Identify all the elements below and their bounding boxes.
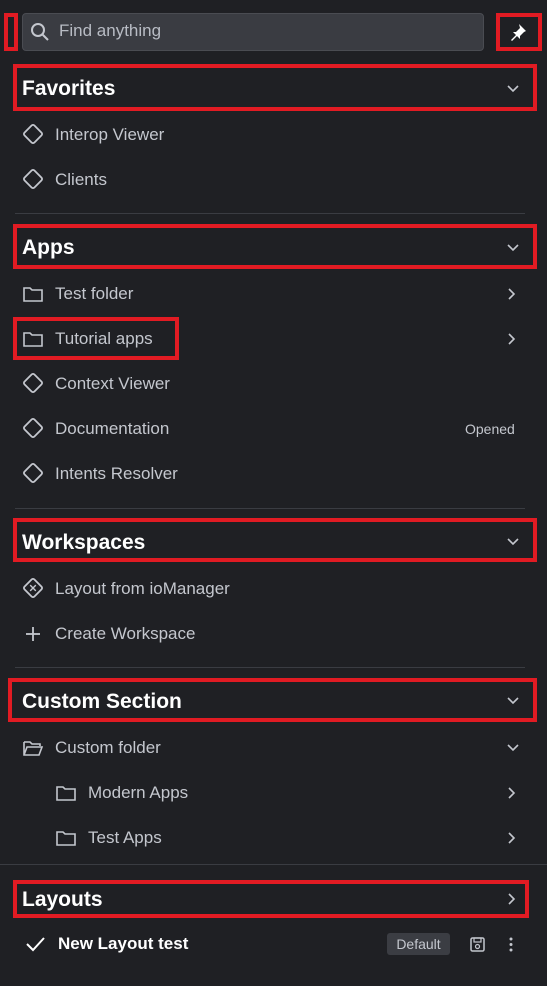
item-label: Clients [55,170,107,189]
item-label: Test folder [55,284,134,303]
divider [15,213,525,214]
workspace-icon [23,578,43,598]
list-item[interactable]: Documentation Opened [15,412,525,446]
chevron-down-icon[interactable] [505,533,521,549]
list-item[interactable]: Modern Apps [48,776,525,810]
item-label: Modern Apps [88,783,189,802]
list-item[interactable]: Custom folder [15,731,525,765]
folder-icon [56,786,76,801]
item-label: Interop Viewer [55,125,165,144]
list-item[interactable]: Test Apps [48,821,525,855]
opened-status: Opened [465,421,515,437]
create-workspace-button[interactable]: Create Workspace [15,617,525,651]
chevron-right-icon [508,288,516,300]
item-label: Test Apps [88,828,162,847]
app-icon [23,124,43,144]
layouts-title: Layouts [22,888,103,911]
chevron-right-icon [508,333,516,345]
list-item[interactable]: Interop Viewer [15,118,525,152]
item-label: Context Viewer [55,374,170,393]
pin-icon [511,24,526,41]
save-icon[interactable] [469,936,486,953]
item-label: Layout from ioManager [55,579,230,598]
chevron-down-icon[interactable] [505,80,521,96]
list-item[interactable]: Tutorial apps [15,322,525,356]
item-label: Create Workspace [55,624,196,643]
apps-header[interactable] [13,224,537,269]
chevron-right-icon [508,832,516,844]
chevron-down-icon [507,744,519,752]
folder-icon [23,332,43,347]
plus-icon [26,627,40,641]
list-item[interactable]: Intents Resolver [15,457,525,491]
divider [15,667,525,668]
list-item[interactable]: Layout from ioManager [15,572,525,606]
chevron-down-icon[interactable] [505,692,521,708]
app-icon [23,169,43,189]
apps-title: Apps [22,236,75,259]
default-badge: Default [387,933,450,955]
chevron-right-icon [508,787,516,799]
item-label: Tutorial apps [55,329,153,348]
drag-handle[interactable] [4,13,18,51]
item-label: Intents Resolver [55,464,178,483]
search-placeholder: Find anything [59,21,162,40]
chevron-down-icon[interactable] [505,239,521,255]
item-label: Documentation [55,419,170,438]
chevron-right-icon[interactable] [503,891,519,907]
workspaces-title: Workspaces [22,531,146,554]
folder-open-icon [23,741,44,756]
item-label: Custom folder [55,738,161,757]
more-options-icon[interactable] [505,936,517,953]
list-item[interactable]: Clients [15,163,525,197]
check-icon [26,937,45,952]
list-item[interactable]: Test folder [15,277,525,311]
divider [0,864,547,865]
app-icon [23,463,43,483]
custom-section-title: Custom Section [22,690,182,713]
layout-name[interactable]: New Layout test [58,934,188,954]
list-item[interactable]: Context Viewer [15,367,525,401]
folder-icon [23,287,43,302]
app-icon [23,418,43,438]
divider [15,508,525,509]
folder-icon [56,831,76,846]
app-icon [23,373,43,393]
favorites-title: Favorites [22,77,116,100]
search-icon [31,23,49,41]
